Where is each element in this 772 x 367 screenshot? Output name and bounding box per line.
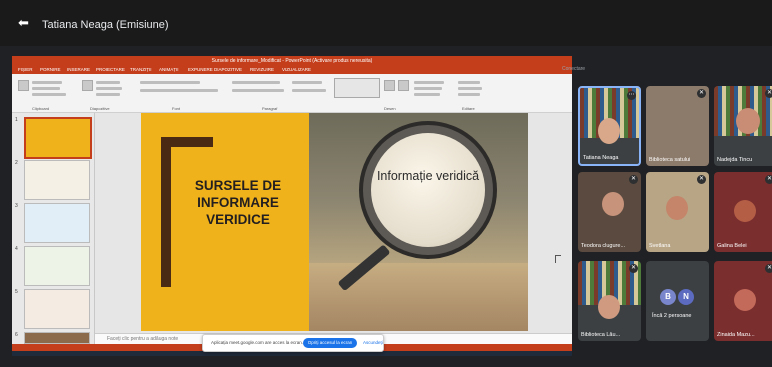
avatar xyxy=(734,289,756,311)
participant-tile[interactable]: ✕ Teodora clugure... xyxy=(578,172,641,252)
tab-inserare[interactable]: INSERARE xyxy=(67,67,90,72)
group-editare: Editare xyxy=(462,106,475,111)
participant-name: Zinaida Mazu... xyxy=(717,332,755,338)
ribbon: Clipboard Diapozitive Font Paragraf Dese… xyxy=(12,74,572,113)
notes-placeholder: Faceți clic pentru a adăuga note xyxy=(107,336,179,342)
participant-name: Nadejda Tincu xyxy=(717,157,753,163)
bracket-decoration xyxy=(161,137,213,147)
tab-animatii[interactable]: ANIMAȚII xyxy=(159,67,179,72)
tab-expunere[interactable]: EXPUNERE DIAPOZITIVE xyxy=(188,67,242,72)
group-desen: Desen xyxy=(384,106,396,111)
tab-fisier[interactable]: FIȘIER xyxy=(18,67,33,72)
shapes-gallery[interactable] xyxy=(334,78,380,98)
ribbon-tabs: FIȘIER PORNIRE INSERARE PROIECTARE TRANZ… xyxy=(12,66,572,74)
thumbnail-slide-3[interactable] xyxy=(24,203,90,243)
thumb-number: 2 xyxy=(15,160,18,166)
tab-vizualizare[interactable]: VIZUALIZARE xyxy=(282,67,311,72)
participant-name: Biblioteca satului xyxy=(649,157,691,163)
mouse-cursor-icon xyxy=(555,255,561,263)
thumb-number: 4 xyxy=(15,246,18,252)
group-font: Font xyxy=(172,106,181,111)
shared-screen: Sursele de informare_Modificat - PowerPo… xyxy=(12,56,572,356)
group-diapozitive: Diapozitive xyxy=(90,106,110,111)
mic-off-icon: ✕ xyxy=(765,89,772,98)
thumbnail-slide-1[interactable] xyxy=(24,117,92,159)
arrange-icon[interactable] xyxy=(384,80,395,91)
slide-thumbnails: 1 2 3 4 5 6 xyxy=(12,113,95,344)
participant-tile[interactable]: ✕ Svetlana xyxy=(646,172,709,252)
paste-icon[interactable] xyxy=(18,80,29,91)
participant-name: Svetlana xyxy=(649,243,671,249)
mic-off-icon: ✕ xyxy=(629,264,638,273)
tab-revizuire[interactable]: REVIZUIRE xyxy=(250,67,274,72)
magnifier-photo: Informație veridică xyxy=(309,113,528,331)
mic-off-icon: ✕ xyxy=(629,175,638,184)
thumb-number: 5 xyxy=(15,289,18,295)
participant-name: Tatiana Neaga xyxy=(583,155,619,161)
group-clipboard: Clipboard xyxy=(32,106,50,111)
thumb-number: 3 xyxy=(15,203,18,209)
participant-tile[interactable]: ✕ Biblioteca Lău... xyxy=(578,261,641,341)
thumbnail-slide-4[interactable] xyxy=(24,246,90,286)
tab-proiectare[interactable]: PROIECTARE xyxy=(96,67,125,72)
participant-name: Biblioteca Lău... xyxy=(581,332,621,338)
participant-name: Teodora clugure... xyxy=(581,243,626,249)
current-slide[interactable]: SURSELE DE INFORMARE VERIDICE Informație… xyxy=(141,113,528,331)
tab-tranzitii[interactable]: TRANZIȚII xyxy=(130,67,152,72)
magnifier-lens xyxy=(371,133,485,247)
screen-share-bar: Aplicația meet.google.com are acces la e… xyxy=(202,334,384,352)
quick-styles-icon[interactable] xyxy=(398,80,409,91)
avatar xyxy=(734,200,756,222)
participant-tile[interactable]: ✕ Zinaida Mazu... xyxy=(714,261,772,341)
participant-name: Încă 2 persoane xyxy=(652,313,692,319)
slide-canvas: SURSELE DE INFORMARE VERIDICE Informație… xyxy=(95,113,572,333)
hide-link[interactable]: Ascundeți xyxy=(363,340,383,345)
thumbnail-slide-6[interactable] xyxy=(24,332,90,344)
avatar: N xyxy=(678,289,694,305)
participant-name: Galina Belei xyxy=(717,243,747,249)
lens-text: Informație veridică xyxy=(376,169,480,183)
bracket-decoration xyxy=(161,137,171,287)
mic-off-icon: ✕ xyxy=(765,175,772,184)
participant-tile[interactable]: ✕ Biblioteca satului xyxy=(646,86,709,166)
sign-in-label[interactable]: Conectare xyxy=(562,66,585,72)
mic-off-icon: ✕ xyxy=(765,264,772,273)
participant-tile[interactable]: ✕ Galina Belei xyxy=(714,172,772,252)
stop-sharing-button[interactable]: Opriți accesul la ecran xyxy=(303,338,357,348)
mic-off-icon: ✕ xyxy=(697,89,706,98)
back-arrow-icon[interactable]: ⬅ xyxy=(18,16,32,29)
new-slide-icon[interactable] xyxy=(82,80,93,91)
thumb-number: 6 xyxy=(15,332,18,338)
window-title: Sursele de informare_Modificat - PowerPo… xyxy=(12,56,572,66)
presenter-label: Tatiana Neaga (Emisiune) xyxy=(42,19,169,31)
book-image xyxy=(309,263,528,331)
participant-tile[interactable]: ✕ Nadejda Tincu xyxy=(714,86,772,166)
thumbnail-slide-2[interactable] xyxy=(24,160,90,200)
avatar: B xyxy=(660,289,676,305)
more-options-icon[interactable]: ⋯ xyxy=(627,91,636,100)
thumbnail-slide-5[interactable] xyxy=(24,289,90,329)
thumb-number: 1 xyxy=(15,117,18,123)
share-message: Aplicația meet.google.com are acces la e… xyxy=(211,340,304,345)
participant-tile[interactable]: ⋯ Tatiana Neaga xyxy=(578,86,641,166)
more-participants-tile[interactable]: B N Încă 2 persoane xyxy=(646,261,709,341)
mic-off-icon: ✕ xyxy=(697,175,706,184)
tab-pornire[interactable]: PORNIRE xyxy=(40,67,61,72)
slide-title: SURSELE DE INFORMARE VERIDICE xyxy=(194,178,282,227)
group-paragraf: Paragraf xyxy=(262,106,278,111)
